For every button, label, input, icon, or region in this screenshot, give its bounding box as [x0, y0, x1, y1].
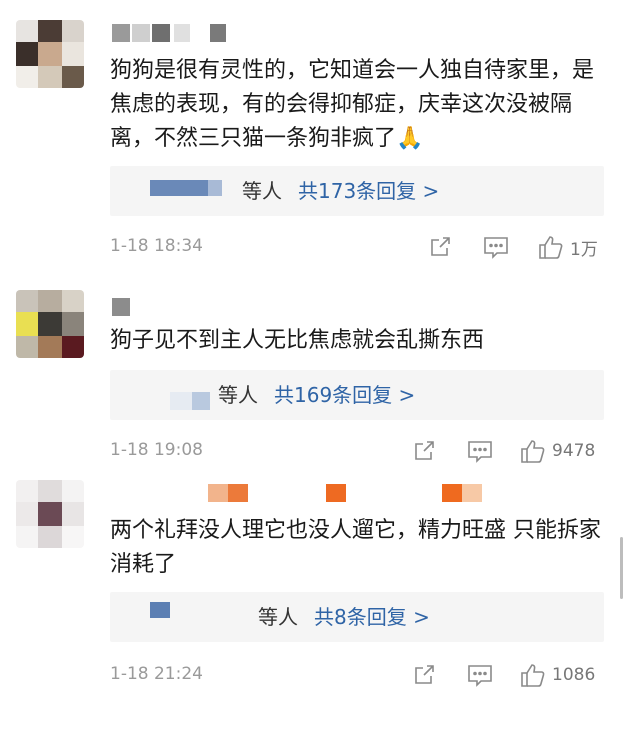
comment-text: 狗狗是很有灵性的，它知道会一人独自待家里，是焦虑的表现，有的会得抑郁症，庆幸这次… — [110, 58, 595, 151]
like-count: 1086 — [552, 665, 596, 685]
comment-text: 两个礼拜没人理它也没人遛它，精力旺盛 只能拆家消耗了 — [110, 518, 601, 577]
comment-meta: 1-18 18:34 1万 — [110, 232, 604, 262]
reply-count-link[interactable]: 共173条回复 > — [298, 179, 439, 203]
share-button[interactable] — [428, 232, 452, 262]
avatar[interactable] — [16, 290, 84, 358]
comment-button[interactable] — [483, 232, 509, 262]
username-blurred[interactable] — [112, 484, 492, 502]
comment-button[interactable] — [467, 660, 493, 690]
username-blurred[interactable] — [112, 24, 232, 42]
timestamp: 1-18 18:34 — [110, 236, 203, 256]
comment-icon — [468, 441, 492, 463]
comment-meta: 1-18 21:24 1086 — [110, 660, 604, 690]
reply-preview[interactable]: 等人 共169条回复 > — [110, 370, 604, 420]
scrollbar[interactable] — [620, 537, 623, 599]
share-icon — [431, 237, 450, 256]
thumbs-up-icon — [521, 664, 545, 687]
reply-count-link[interactable]: 共8条回复 > — [314, 605, 430, 629]
like-count: 1万 — [570, 239, 598, 260]
reply-avatars-blurred — [150, 180, 208, 196]
like-button[interactable]: 1086 — [520, 660, 595, 690]
reply-avatars-blurred — [150, 602, 170, 618]
comment-icon — [468, 665, 492, 687]
avatar[interactable] — [16, 480, 84, 548]
like-button[interactable]: 9478 — [520, 436, 595, 466]
timestamp: 1-18 19:08 — [110, 440, 203, 460]
thumbs-up-icon — [521, 440, 545, 463]
share-button[interactable] — [412, 436, 436, 466]
share-button[interactable] — [412, 660, 436, 690]
comment-text: 狗子见不到主人无比焦虑就会乱撕东西 — [110, 328, 485, 353]
like-button[interactable]: 1万 — [538, 232, 598, 262]
reply-users-label: 等人 — [258, 605, 298, 629]
comment-icon — [484, 237, 508, 259]
share-icon — [415, 665, 434, 684]
avatar[interactable] — [16, 20, 84, 88]
reply-users-label: 等人 — [242, 179, 282, 203]
comment-button[interactable] — [467, 436, 493, 466]
like-count: 9478 — [552, 441, 596, 461]
reply-count-link[interactable]: 共169条回复 > — [274, 383, 415, 407]
reply-avatars-blurred — [170, 392, 192, 410]
comment-meta: 1-18 19:08 9478 — [110, 436, 604, 466]
reply-users-label: 等人 — [218, 383, 258, 407]
reply-preview[interactable]: 等人 共173条回复 > — [110, 166, 604, 216]
username-blurred[interactable] — [112, 298, 132, 316]
reply-preview[interactable]: 等人 共8条回复 > — [110, 592, 604, 642]
share-icon — [415, 441, 434, 460]
thumbs-up-icon — [539, 236, 563, 259]
timestamp: 1-18 21:24 — [110, 664, 203, 684]
